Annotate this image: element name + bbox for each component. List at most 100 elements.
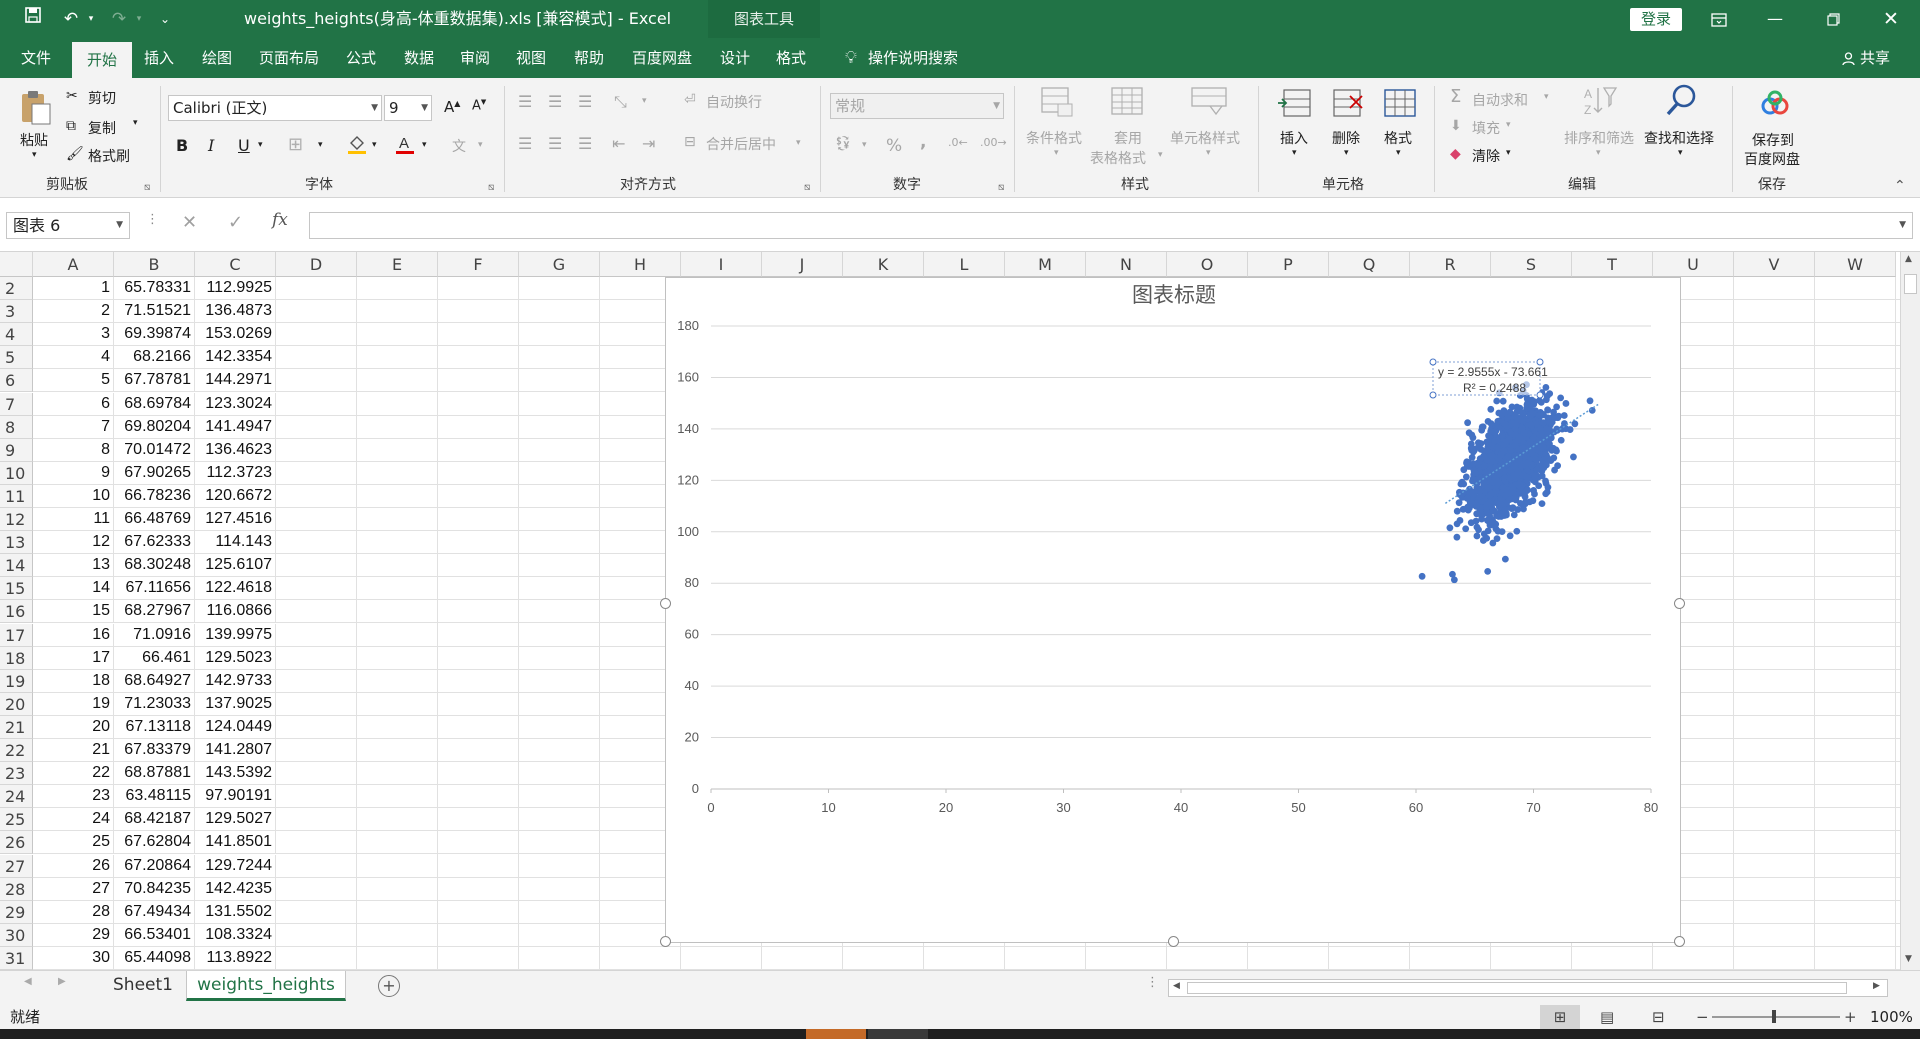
clipboard-launcher-icon[interactable]: ⧅ xyxy=(144,182,150,193)
merge-center-button[interactable]: 合并后居中 xyxy=(706,134,776,154)
find-select-button[interactable]: 查找和选择 xyxy=(1644,128,1714,148)
scatter-point-cloud[interactable] xyxy=(1478,423,1486,431)
scatter-point[interactable] xyxy=(1588,406,1596,414)
tab-chart-format[interactable]: 格式 xyxy=(768,38,814,78)
empty-row-cells[interactable] xyxy=(276,947,1900,970)
scatter-point-cloud[interactable] xyxy=(1537,444,1545,452)
cell-a[interactable]: 4 xyxy=(33,346,114,370)
cell-b[interactable]: 63.48115 xyxy=(114,785,195,809)
scatter-point-cloud[interactable] xyxy=(1477,440,1485,447)
merge-icon[interactable]: ⊟ xyxy=(684,134,696,150)
page-break-view-icon[interactable]: ⊟ xyxy=(1652,1005,1665,1029)
format-cells-icon[interactable] xyxy=(1382,86,1418,124)
cell-a[interactable]: 23 xyxy=(33,785,114,809)
scatter-point-cloud[interactable] xyxy=(1540,464,1548,472)
scatter-point-cloud[interactable] xyxy=(1463,462,1471,470)
insert-function-icon[interactable]: fx xyxy=(272,210,288,230)
cell-c[interactable]: 142.9733 xyxy=(195,669,276,693)
row-header[interactable]: 22 xyxy=(0,739,33,762)
chart-title[interactable]: 图表标题 xyxy=(1132,283,1216,307)
decrease-decimal-icon[interactable]: .00→ xyxy=(980,136,1007,149)
ribbon-display-icon[interactable] xyxy=(1696,0,1742,38)
save-baidu-line2[interactable]: 百度网盘 xyxy=(1744,149,1800,169)
sort-filter-button[interactable]: 排序和筛选 xyxy=(1564,128,1634,148)
scatter-point[interactable] xyxy=(1510,462,1517,470)
confirm-entry-icon[interactable]: ✓ xyxy=(228,212,243,233)
cell-b[interactable]: 65.78331 xyxy=(114,277,195,300)
scatter-point-cloud[interactable] xyxy=(1523,401,1531,408)
scatter-point-cloud[interactable] xyxy=(1470,476,1477,484)
find-select-icon[interactable] xyxy=(1664,82,1700,124)
cell-a[interactable]: 26 xyxy=(33,854,114,878)
row-header[interactable]: 8 xyxy=(0,415,33,439)
scatter-point-cloud[interactable] xyxy=(1586,397,1594,405)
scatter-point[interactable] xyxy=(1502,491,1509,499)
autosum-button[interactable]: 自动求和 xyxy=(1472,90,1528,110)
autosum-dropdown-icon[interactable]: ▾ xyxy=(1544,92,1549,102)
border-icon[interactable]: ⊞ xyxy=(288,134,303,155)
cell-c[interactable]: 141.4947 xyxy=(195,415,276,439)
row-header[interactable]: 24 xyxy=(0,785,33,809)
font-color-icon[interactable]: A xyxy=(394,133,416,159)
cell-b[interactable]: 68.2166 xyxy=(114,346,195,370)
scatter-point-cloud[interactable] xyxy=(1472,469,1479,477)
select-all-corner[interactable] xyxy=(0,252,33,277)
scatter-point-cloud[interactable] xyxy=(1571,420,1579,428)
scatter-point[interactable] xyxy=(1500,447,1508,455)
formula-input[interactable]: ▼ xyxy=(309,212,1913,239)
scatter-point-cloud[interactable] xyxy=(1468,446,1476,454)
scatter-point-cloud[interactable] xyxy=(1482,469,1490,476)
scatter-point[interactable] xyxy=(1453,533,1461,541)
font-color-dropdown-icon[interactable]: ▾ xyxy=(422,140,427,150)
autosum-icon[interactable]: Σ xyxy=(1450,86,1461,107)
horizontal-scroll-thumb[interactable] xyxy=(1187,982,1847,994)
name-box[interactable]: 图表 6 ▼ xyxy=(6,212,130,239)
cell-c[interactable]: 136.4623 xyxy=(195,438,276,462)
scatter-point-cloud[interactable] xyxy=(1493,397,1501,405)
cell-b[interactable]: 67.62333 xyxy=(114,531,195,555)
scatter-point-cloud[interactable] xyxy=(1464,419,1472,427)
copy-dropdown-icon[interactable]: ▾ xyxy=(133,118,138,128)
cell-a[interactable]: 17 xyxy=(33,646,114,670)
format-painter-icon[interactable]: 🖌︎ xyxy=(66,146,84,162)
column-header-f[interactable]: F xyxy=(438,252,519,277)
cell-c[interactable]: 131.5502 xyxy=(195,900,276,924)
zoom-in-button[interactable]: + xyxy=(1844,1005,1857,1029)
column-header-o[interactable]: O xyxy=(1167,252,1248,277)
font-launcher-icon[interactable]: ⧅ xyxy=(488,182,494,193)
scatter-point-cloud[interactable] xyxy=(1468,499,1475,507)
scatter-point-cloud[interactable] xyxy=(1543,455,1551,462)
sort-filter-icon[interactable]: AZ xyxy=(1582,84,1618,122)
scatter-point[interactable] xyxy=(1514,468,1522,476)
scatter-point-cloud[interactable] xyxy=(1476,455,1484,463)
next-sheet-icon[interactable]: ▶ xyxy=(58,976,66,987)
cell-c[interactable]: 139.9975 xyxy=(195,623,276,647)
scatter-point-cloud[interactable] xyxy=(1501,555,1509,563)
row-header[interactable]: 18 xyxy=(0,646,33,670)
row-header[interactable]: 20 xyxy=(0,692,33,716)
scatter-point-cloud[interactable] xyxy=(1511,441,1519,449)
cell-c[interactable]: 113.8922 xyxy=(195,946,276,970)
taskbar-item[interactable] xyxy=(868,1029,928,1039)
cell-a[interactable]: 5 xyxy=(33,369,114,393)
scatter-point-cloud[interactable] xyxy=(1498,431,1506,439)
cell-b[interactable]: 66.461 xyxy=(114,646,195,670)
scatter-point[interactable] xyxy=(1504,414,1511,422)
fill-dropdown-icon[interactable]: ▾ xyxy=(1506,120,1511,130)
column-header-k[interactable]: K xyxy=(843,252,924,277)
label-handle[interactable] xyxy=(1429,391,1437,399)
wrap-text-icon[interactable]: ⏎ xyxy=(684,92,696,108)
chart-resize-handle[interactable] xyxy=(1674,598,1685,609)
page-layout-view-icon[interactable]: ▤ xyxy=(1600,1005,1614,1029)
scatter-point-cloud[interactable] xyxy=(1487,490,1495,498)
border-dropdown-icon[interactable]: ▾ xyxy=(318,140,323,150)
scatter-point-cloud[interactable] xyxy=(1508,505,1516,512)
row-header[interactable]: 30 xyxy=(0,923,33,947)
tab-insert[interactable]: 插入 xyxy=(136,38,182,78)
data-series[interactable] xyxy=(1418,381,1596,584)
cell-styles-icon[interactable] xyxy=(1190,86,1228,122)
cell-b[interactable]: 67.11656 xyxy=(114,577,195,601)
chart-resize-handle[interactable] xyxy=(1674,936,1685,947)
cell-b[interactable]: 68.69784 xyxy=(114,392,195,416)
column-header-w[interactable]: W xyxy=(1815,252,1896,277)
